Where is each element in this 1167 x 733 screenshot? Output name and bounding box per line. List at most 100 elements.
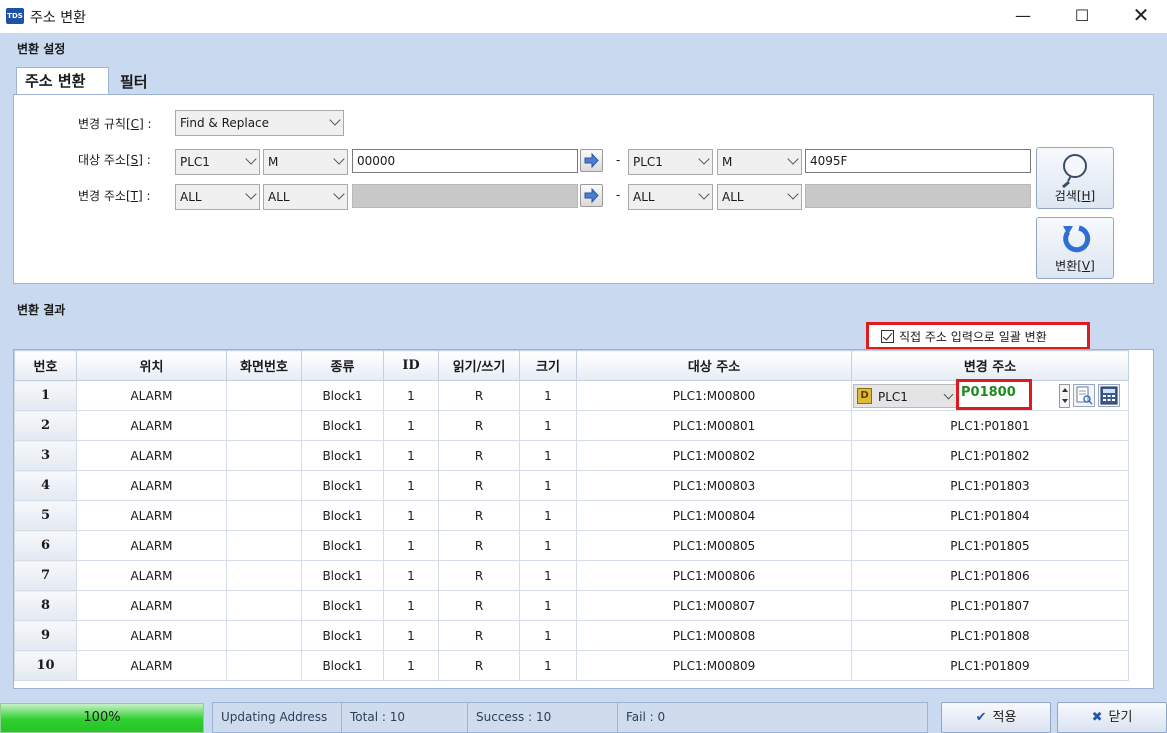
target-from-area-select[interactable]: M [263,149,348,175]
close-button[interactable]: ✖ 닫기 [1057,702,1167,733]
cell-change[interactable]: PLC1:P01808 [851,620,1129,651]
cell-type: Block1 [301,380,384,411]
target-to-area-select[interactable]: M [717,149,802,175]
cell-location: ALARM [76,590,227,621]
cell-id: 1 [383,620,439,651]
target-copy-arrow-button[interactable] [580,149,603,172]
rule-select[interactable]: Find & Replace [175,110,344,136]
cell-change[interactable]: PLC1:P01802 [851,440,1129,471]
app-icon: TDS [6,8,24,24]
cell-id: 1 [383,440,439,471]
cell-change[interactable]: PLC1:P01801 [851,410,1129,441]
direct-input-option[interactable]: 직접 주소 입력으로 일괄 변환 [866,322,1090,350]
column-header-type[interactable]: 종류 [301,350,384,381]
table-row[interactable]: 2 ALARM Block1 1 R 1 PLC1:M00801 PLC1:P0… [14,410,1129,441]
cell-id: 1 [383,410,439,441]
search-button[interactable]: 검색[H] [1036,147,1114,209]
cell-size: 1 [519,620,577,651]
cell-target: PLC1:M00803 [576,470,852,501]
change-label: 변경 주소[T] : [78,189,151,203]
minimize-button[interactable]: — [1000,0,1046,33]
target-to-device-select[interactable]: PLC1 [628,149,713,175]
table-row[interactable]: 3 ALARM Block1 1 R 1 PLC1:M00802 PLC1:P0… [14,440,1129,471]
cell-id: 1 [383,500,439,531]
change-copy-arrow-button[interactable] [580,184,603,207]
magnifier-icon [1062,154,1087,188]
column-header-target[interactable]: 대상 주소 [576,350,852,381]
table-row[interactable]: 1 ALARM Block1 1 R 1 PLC1:M00800 D PLC1 [14,379,1129,411]
apply-button[interactable]: ✔ 적용 [941,702,1051,733]
editor-device-select[interactable]: D PLC1 [853,384,959,408]
target-to-input[interactable]: 4095F [805,149,1031,173]
address-pick-button[interactable] [1073,384,1095,407]
table-row[interactable]: 5 ALARM Block1 1 R 1 PLC1:M00804 PLC1:P0… [14,500,1129,531]
editor-address-input[interactable]: P01800 [956,379,1032,410]
column-header-change[interactable]: 변경 주소 [851,350,1129,381]
column-header-location[interactable]: 위치 [76,350,227,381]
cell-type: Block1 [301,590,384,621]
target-from-device-select[interactable]: PLC1 [175,149,260,175]
table-row[interactable]: 7 ALARM Block1 1 R 1 PLC1:M00806 PLC1:P0… [14,560,1129,591]
column-header-size[interactable]: 크기 [519,350,577,381]
settings-group-label: 변환 설정 [17,42,66,56]
cell-rw: R [438,560,520,591]
tab-address-convert[interactable]: 주소 변환 [16,67,109,94]
change-from-device-select[interactable]: ALL [175,184,260,210]
cell-change[interactable]: PLC1:P01809 [851,650,1129,681]
cell-id: 1 [383,590,439,621]
convert-button[interactable]: 변환[V] [1036,217,1114,279]
column-header-id[interactable]: ID [383,350,439,381]
cell-rw: R [438,410,520,441]
tab-filter[interactable]: 필터 [112,69,172,96]
row-number: 4 [14,470,77,501]
close-window-button[interactable]: ✕ [1118,0,1164,33]
table-row[interactable]: 10 ALARM Block1 1 R 1 PLC1:M00809 PLC1:P… [14,650,1129,681]
rule-label: 변경 규칙[C] : [78,117,152,131]
cell-id: 1 [383,560,439,591]
editor-spin-buttons[interactable] [1059,384,1070,408]
column-header-screen[interactable]: 화면번호 [226,350,302,381]
cell-screen [226,590,302,621]
cell-screen [226,470,302,501]
target-from-input[interactable]: 00000 [352,149,578,173]
cell-change[interactable]: PLC1:P01807 [851,590,1129,621]
table-row[interactable]: 4 ALARM Block1 1 R 1 PLC1:M00803 PLC1:P0… [14,470,1129,501]
row-number: 5 [14,500,77,531]
cell-type: Block1 [301,530,384,561]
range-dash: - [616,188,621,202]
calculator-button[interactable] [1098,384,1120,407]
column-header-num[interactable]: 번호 [14,350,77,381]
cell-location: ALARM [76,650,227,681]
cell-change[interactable]: PLC1:P01804 [851,500,1129,531]
table-row[interactable]: 9 ALARM Block1 1 R 1 PLC1:M00808 PLC1:P0… [14,620,1129,651]
row-number: 7 [14,560,77,591]
cell-rw: R [438,500,520,531]
refresh-icon [1063,225,1091,253]
direct-input-checkbox[interactable] [881,330,894,343]
table-row[interactable]: 6 ALARM Block1 1 R 1 PLC1:M00805 PLC1:P0… [14,530,1129,561]
cell-rw: R [438,380,520,411]
cell-location: ALARM [76,560,227,591]
change-to-area-select[interactable]: ALL [717,184,802,210]
change-from-area-select[interactable]: ALL [263,184,348,210]
column-header-rw[interactable]: 읽기/쓰기 [438,350,520,381]
cell-change[interactable]: PLC1:P01803 [851,470,1129,501]
cell-size: 1 [519,590,577,621]
cell-change-editor[interactable]: D PLC1 P01800 [851,379,1129,411]
table-row[interactable]: 8 ALARM Block1 1 R 1 PLC1:M00807 PLC1:P0… [14,590,1129,621]
cell-type: Block1 [301,410,384,441]
cell-location: ALARM [76,440,227,471]
change-to-device-select[interactable]: ALL [628,184,713,210]
cell-type: Block1 [301,620,384,651]
device-icon: D [857,388,872,404]
cell-change[interactable]: PLC1:P01806 [851,560,1129,591]
settings-panel: 변경 규칙[C] : Find & Replace 대상 주소[S] : PLC… [13,94,1154,284]
maximize-button[interactable]: ☐ [1059,0,1105,33]
close-button-label: 닫기 [1108,710,1133,725]
cell-target: PLC1:M00808 [576,620,852,651]
cell-change[interactable]: PLC1:P01805 [851,530,1129,561]
check-icon: ✔ [975,710,987,725]
cell-type: Block1 [301,650,384,681]
convert-button-label: 변환[V] [1055,259,1095,273]
search-button-label: 검색[H] [1054,189,1096,203]
